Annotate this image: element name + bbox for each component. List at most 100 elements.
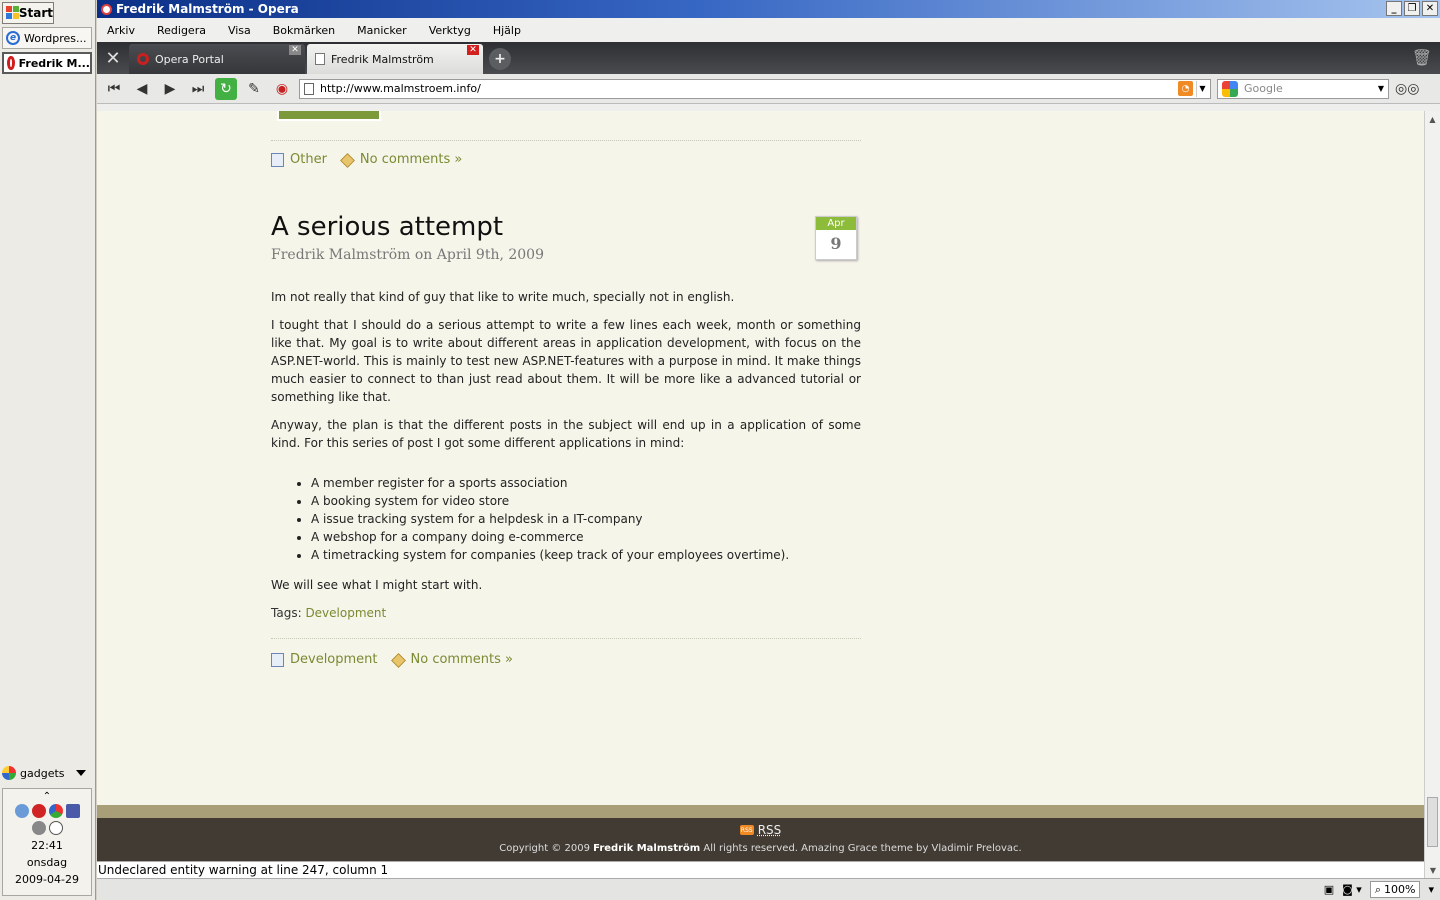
footer-stripe [97,805,1424,818]
minimize-button[interactable]: _ [1386,1,1402,16]
taskbar-item-wordpress[interactable]: e Wordpres... [2,27,92,49]
new-tab-icon[interactable]: + [489,48,511,70]
address-field[interactable]: http://www.malmstroem.info/ ◔ ▼ [299,78,1211,99]
camera-icon[interactable]: ◙ ▾ [1342,883,1362,896]
scroll-thumb[interactable] [1427,797,1438,847]
zoom-control[interactable]: ⌕ 100% [1369,881,1421,898]
post-body: Im not really that kind of guy that like… [271,288,861,632]
network-icon[interactable] [14,804,29,818]
menu-manicker[interactable]: Manicker [357,24,407,37]
window-controls: _ ❐ ✕ [1386,1,1438,16]
post-byline: Fredrik Malmström on April 9th, 2009 [271,247,544,263]
fast-forward-icon[interactable]: ⏭ [187,78,209,100]
address-toolbar: ⏮ ◀ ▶ ⏭ ↻ ✎ ◉ http://www.malmstroem.info… [97,74,1440,104]
clock-day: onsdag [26,856,68,869]
category-link[interactable]: Development [290,651,378,669]
menu-visa[interactable]: Visa [228,24,251,37]
gadgets-menu[interactable]: gadgets [2,764,90,782]
star-icon[interactable] [48,821,63,835]
menu-bokmarken[interactable]: Bokmärken [273,24,335,37]
chrome-icon[interactable] [48,804,63,818]
search-placeholder: Google [1244,82,1283,95]
tab-label: Opera Portal [155,52,224,66]
menu-redigera[interactable]: Redigera [157,24,206,37]
post-meta: Development No comments » [271,651,513,669]
opera-icon [7,56,15,70]
category-icon [271,653,284,667]
rewind-icon[interactable]: ⏮ [103,78,125,100]
clock-date: 2009-04-29 [15,873,79,886]
menu-verktyg[interactable]: Verktyg [429,24,471,37]
tab-opera-portal[interactable]: Opera Portal ✕ [129,44,305,74]
gadgets-icon [2,766,16,780]
list-item: A issue tracking system for a helpdesk i… [311,510,861,528]
footer-rss-link[interactable]: RSS RSS [97,823,1424,837]
menu-arkiv[interactable]: Arkiv [107,24,135,37]
taskbar-item-label: Wordpres... [24,31,87,45]
windows-flag-icon [6,6,19,20]
opera-window: Fredrik Malmström - Opera _ ❐ ✕ Arkiv Re… [97,0,1440,900]
copyright-suffix: All rights reserved. Amazing Grace theme… [703,843,1022,854]
paragraph: We will see what I might start with. [271,578,483,592]
chevron-up-icon[interactable]: ⌃ [3,791,91,802]
tools-icon[interactable]: ✕ [97,42,129,74]
forward-icon[interactable]: ▶ [159,78,181,100]
date-calendar: Apr 9 [815,216,857,260]
reload-icon[interactable]: ↻ [215,77,237,100]
copyright-author: Fredrik Malmström [593,843,701,854]
title-bar[interactable]: Fredrik Malmström - Opera _ ❐ ✕ [97,0,1440,18]
list-item: A booking system for video store [311,492,861,510]
taskbar-item-opera[interactable]: Fredrik M... [2,52,92,74]
scroll-up-icon[interactable]: ▲ [1425,111,1440,127]
rss-feed-icon[interactable]: ◔ [1178,81,1193,96]
status-message: Undeclared entity warning at line 247, c… [97,861,1424,878]
paragraph: Anyway, the plan is that the different p… [271,418,861,450]
search-input[interactable]: Google ▼ [1217,78,1389,99]
opera-link-icon[interactable]: ◉ [271,78,293,100]
back-icon[interactable]: ◀ [131,78,153,100]
tag-link[interactable]: Development [305,606,386,620]
comments-link[interactable]: No comments » [411,651,513,669]
divider [271,638,861,639]
tray-icons [11,804,83,835]
rss-icon: RSS [739,825,754,835]
tab-fredrik-malmstrom[interactable]: Fredrik Malmström ✕ [307,44,483,74]
opera-title-icon [101,3,112,15]
chevron-down-icon[interactable]: ▼ [1196,80,1208,97]
edit-icon[interactable]: ✎ [243,78,265,100]
menu-hjalp[interactable]: Hjälp [493,24,521,37]
windows-taskbar: Start e Wordpres... Fredrik M... gadgets… [0,0,96,900]
speaker-icon[interactable]: ▣ [1324,883,1334,896]
close-tab-icon[interactable]: ✕ [467,45,479,55]
chevron-down-icon[interactable]: ▼ [1375,81,1387,97]
comments-link[interactable]: No comments » [360,151,462,169]
vertical-scrollbar[interactable]: ▲ ▼ [1424,111,1440,878]
taskbar-item-label: Fredrik M... [18,56,90,70]
status-bar: ▣ ◙ ▾ ⌕ 100% ▾ [97,878,1440,900]
restore-button[interactable]: ❐ [1404,1,1420,16]
google-icon[interactable] [1222,80,1238,97]
post-title[interactable]: A serious attempt [271,211,503,243]
category-link[interactable]: Other [290,151,327,169]
trash-icon[interactable]: 🗑 [1412,48,1432,67]
footer-copyright: Copyright © 2009 Fredrik Malmström All r… [97,843,1424,854]
menu-bar: Arkiv Redigera Visa Bokmärken Manicker V… [97,18,1440,42]
page-icon [304,82,314,95]
divider [271,140,861,141]
binoculars-icon[interactable]: ◎◎ [1395,81,1419,97]
resize-grip-icon[interactable]: ▾ [1428,883,1434,896]
opera-tray-icon[interactable] [31,804,46,818]
paragraph: I tought that I should do a serious atte… [271,318,861,404]
comments-icon [340,152,355,168]
previous-post-image [277,111,381,121]
system-tray: ⌃ 22:41 onsdag 2009-04-29 [2,788,92,896]
disk-icon[interactable] [31,821,46,835]
paragraph: Im not really that kind of guy that like… [271,290,735,304]
scroll-down-icon[interactable]: ▼ [1425,862,1440,878]
previous-post-meta: Other No comments » [271,151,462,169]
monitor-icon[interactable] [65,804,80,818]
start-button[interactable]: Start [2,2,54,24]
close-tab-icon[interactable]: ✕ [289,45,301,55]
gadgets-label: gadgets [20,766,65,780]
close-button[interactable]: ✕ [1422,1,1438,16]
